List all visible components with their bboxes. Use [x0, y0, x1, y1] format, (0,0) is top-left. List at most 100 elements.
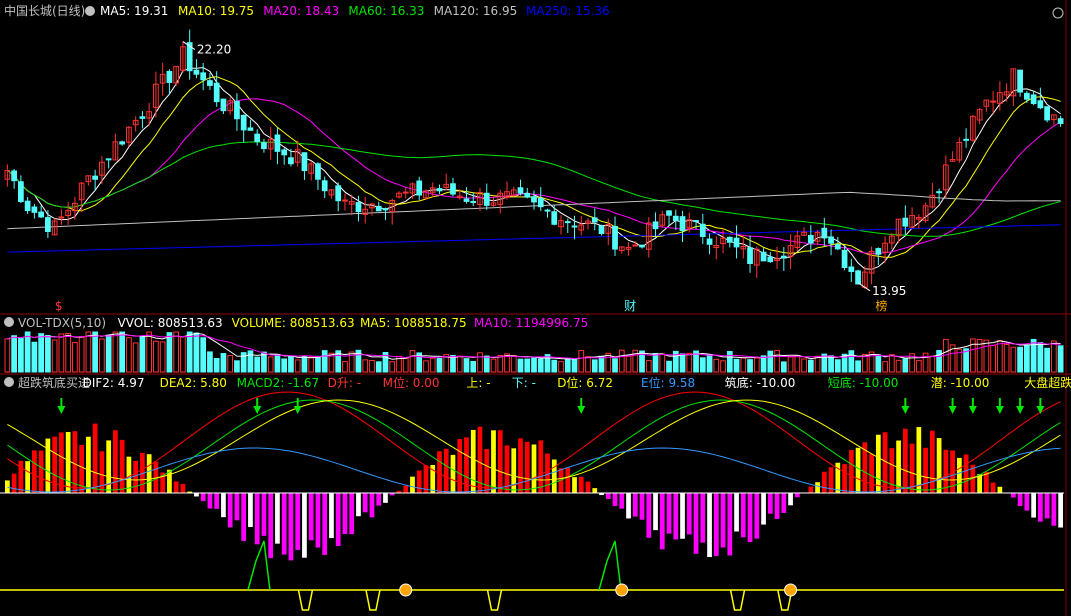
- event-mark-2: 榜: [875, 298, 887, 313]
- candle-body: [551, 211, 558, 225]
- macd-bar: [349, 493, 355, 535]
- ind-legend-12: 潜: -10.00: [931, 376, 990, 390]
- candle-body: [105, 158, 112, 161]
- candle-body: [11, 170, 17, 182]
- macd-bar: [821, 471, 827, 493]
- macd-bar: [639, 493, 645, 520]
- candle-body: [234, 100, 240, 120]
- macd-bar: [781, 493, 787, 513]
- volume-bar: [436, 358, 443, 373]
- volume-bar: [564, 358, 571, 373]
- macd-bar: [592, 488, 598, 493]
- macd-bar: [254, 493, 260, 545]
- candle-body: [767, 256, 774, 263]
- ma-legend-2: MA20: 18.43: [263, 4, 339, 18]
- macd-bar: [956, 457, 962, 493]
- macd-bar: [173, 481, 179, 493]
- candle-body: [301, 152, 308, 172]
- volume-bar: [1024, 344, 1030, 373]
- volume-bar: [375, 361, 382, 373]
- candle-body: [261, 142, 267, 150]
- candle-body: [591, 217, 598, 223]
- macd-bar: [605, 493, 611, 499]
- candle-body: [139, 116, 146, 119]
- candle-body: [990, 100, 996, 103]
- macd-bar: [653, 493, 658, 531]
- candle-body: [855, 270, 861, 285]
- macd-bar: [990, 482, 996, 493]
- indicator-menu-icon: [85, 6, 95, 16]
- candle-body: [1030, 94, 1037, 105]
- macd-bar: [673, 493, 679, 540]
- volume-bar: [706, 355, 713, 373]
- candle-body: [902, 217, 909, 227]
- macd-bar: [369, 493, 375, 518]
- macd-bar: [666, 493, 672, 534]
- candle-body: [652, 221, 659, 230]
- volume-bar: [254, 356, 261, 373]
- volume-bar: [274, 354, 281, 373]
- candle-body: [544, 209, 551, 212]
- candle-body: [335, 185, 342, 202]
- macd-bar: [909, 443, 915, 493]
- macd-bar: [612, 493, 618, 507]
- candle-body: [598, 225, 605, 235]
- volume-bar: [139, 335, 146, 373]
- candle-body: [200, 72, 207, 81]
- macd-bar: [18, 460, 24, 493]
- volume-bar: [747, 359, 753, 373]
- candle-body: [963, 138, 969, 141]
- macd-bar: [916, 427, 922, 493]
- candle-body: [463, 198, 470, 202]
- macd-bar: [808, 486, 814, 493]
- volume-bar: [666, 360, 672, 373]
- macd-bar: [214, 493, 220, 509]
- background: [0, 0, 1071, 616]
- candle-body: [821, 227, 828, 239]
- candle-body: [416, 180, 423, 196]
- macd-bar: [794, 493, 800, 498]
- volume-bar: [1044, 347, 1050, 373]
- candle-body: [780, 255, 787, 259]
- volume-bar: [220, 353, 227, 373]
- candle-body: [483, 192, 490, 206]
- macd-bar: [889, 448, 895, 493]
- macd-bar: [497, 430, 503, 493]
- candle-body: [38, 211, 44, 218]
- volume-bar: [902, 358, 909, 373]
- macd-bar: [929, 430, 935, 493]
- macd-bar: [686, 493, 692, 535]
- candle-body: [402, 191, 409, 194]
- macd-bar: [713, 493, 719, 556]
- macd-bar: [511, 448, 517, 493]
- macd-bar: [700, 493, 706, 543]
- volume-bar: [848, 350, 855, 373]
- ind-legend-3: MACD2: -1.67: [237, 376, 320, 390]
- candle-body: [747, 247, 753, 265]
- candle-body: [571, 225, 578, 228]
- macd-bar: [848, 450, 854, 493]
- macd-bar: [295, 493, 301, 550]
- candle-body: [355, 202, 362, 213]
- macd-bar: [1024, 493, 1030, 511]
- vol-legend-2: VOLUME: 808513.63: [232, 316, 355, 330]
- ind-legend-2: DEA2: 5.80: [160, 376, 227, 390]
- macd-bar: [626, 493, 631, 519]
- vol-legend-3: MA5: 1088518.75: [360, 316, 467, 330]
- candle-body: [274, 134, 281, 152]
- macd-bar: [457, 439, 463, 493]
- ind-legend-4: D升: -: [328, 376, 361, 390]
- candle-body: [321, 180, 328, 192]
- signal-ball-icon-2: [784, 583, 798, 597]
- ma-legend-4: MA120: 16.95: [434, 4, 518, 18]
- stock-chart[interactable]: 中国长城(日线) MA5: 19.31 MA10: 19.75 MA20: 18.43…: [0, 0, 1071, 616]
- volume-bar: [186, 331, 193, 373]
- volume-bar: [234, 360, 240, 373]
- volume-bar: [571, 358, 578, 373]
- volume-bar: [193, 332, 200, 373]
- volume-bar: [207, 351, 213, 373]
- macd-bar: [180, 483, 186, 493]
- candle-body: [666, 210, 672, 216]
- macd-bar: [680, 493, 685, 539]
- macd-bar: [92, 423, 98, 493]
